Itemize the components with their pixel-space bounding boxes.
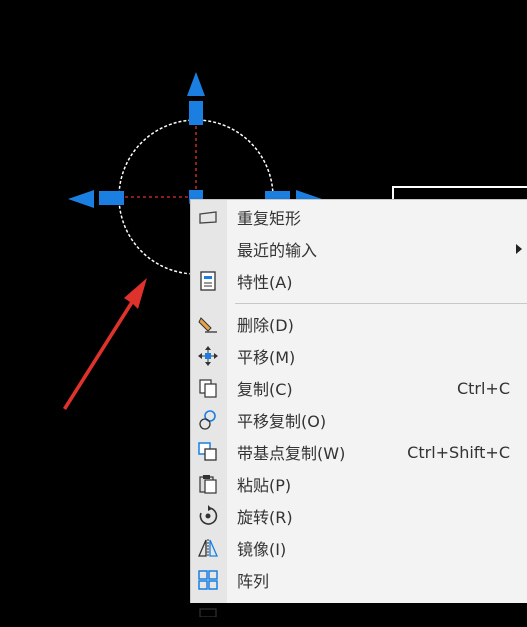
- move-icon: [197, 346, 219, 366]
- left-quadrant-grip[interactable]: [99, 191, 124, 205]
- menu-item-label: 特性(A): [237, 273, 293, 292]
- erase-icon: [197, 314, 219, 334]
- menu-item-label: 旋转(R): [237, 508, 293, 527]
- menu-item-label: 重复矩形: [237, 209, 302, 228]
- menu-item-move[interactable]: 平移(M): [191, 341, 527, 371]
- mirror-icon: [197, 538, 219, 558]
- menu-item-label: 平移复制(O): [237, 412, 327, 431]
- menu-item-shortcut: Ctrl+C: [456, 378, 510, 398]
- array-icon: [197, 570, 219, 590]
- top-grip-arrow[interactable]: [187, 72, 205, 96]
- menu-item-repeat-rectangle[interactable]: 重复矩形: [191, 202, 527, 232]
- menu-item-properties[interactable]: 特性(A): [191, 266, 527, 296]
- menu-item-label: 镜像(I): [237, 540, 287, 559]
- left-grip-arrow[interactable]: [68, 190, 94, 208]
- menu-item-move-copy[interactable]: 平移复制(O): [191, 405, 527, 435]
- menu-item-array[interactable]: 阵列: [191, 565, 527, 595]
- menu-item-label: 阵列: [237, 572, 270, 591]
- annotation-arrow: [63, 278, 147, 410]
- rectangle-icon: [197, 207, 219, 227]
- properties-icon: [197, 271, 219, 291]
- menu-item-label: 粘贴(P): [237, 476, 292, 495]
- menu-item-erase[interactable]: 删除(D): [191, 309, 527, 339]
- menu-item-rotate[interactable]: 旋转(R): [191, 501, 527, 531]
- menu-item-paste[interactable]: 粘贴(P): [191, 469, 527, 499]
- menu-item-copy[interactable]: 复制(C) Ctrl+C: [191, 373, 527, 403]
- rotate-icon: [197, 505, 219, 526]
- menu-item-label: 带基点复制(W): [237, 444, 346, 463]
- menu-separator: [235, 303, 527, 304]
- top-quadrant-grip[interactable]: [189, 101, 203, 125]
- menu-item-label: 复制(C): [237, 380, 293, 399]
- submenu-arrow-icon: [516, 244, 522, 254]
- copy-icon: [197, 378, 219, 398]
- menu-item-label: 最近的输入: [237, 241, 318, 260]
- menu-item-shortcut: Ctrl+Shift+C: [407, 442, 510, 462]
- menu-item-label: 删除(D): [237, 316, 294, 335]
- move-copy-icon: [197, 410, 219, 430]
- partial-icon: [197, 602, 219, 622]
- context-menu[interactable]: 重复矩形 最近的输入 特性(A) 删除(D) 平移(M) 复制(C) Ctrl+…: [190, 199, 527, 617]
- menu-item-recent-input[interactable]: 最近的输入: [191, 234, 527, 264]
- paste-icon: [197, 474, 219, 494]
- menu-item-mirror[interactable]: 镜像(I): [191, 533, 527, 563]
- menu-item-copy-with-base-point[interactable]: 带基点复制(W) Ctrl+Shift+C: [191, 437, 527, 467]
- menu-item-label: 平移(M): [237, 348, 296, 367]
- copy-base-point-icon: [197, 442, 219, 462]
